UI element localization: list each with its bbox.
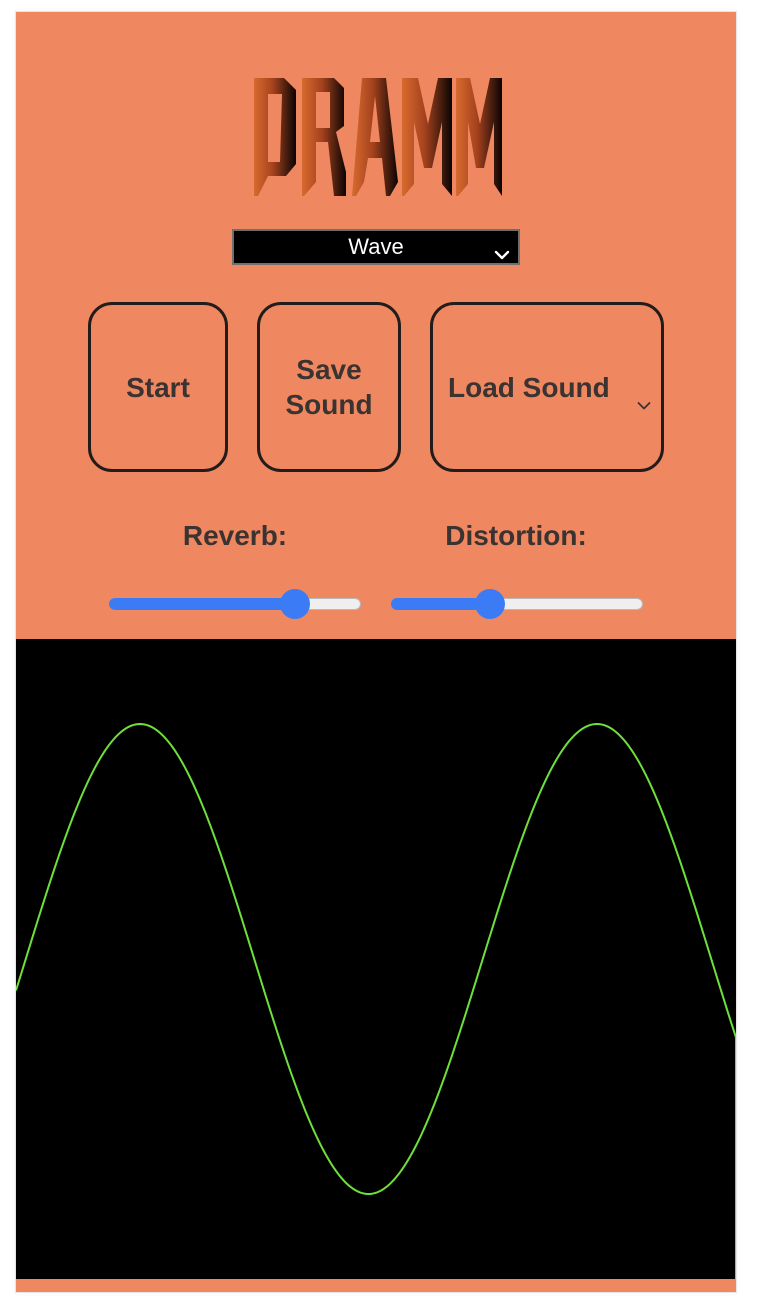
dramm-logo (248, 72, 504, 197)
chevron-down-icon (494, 241, 510, 260)
distortion-slider[interactable] (391, 589, 643, 619)
reverb-slider[interactable] (109, 589, 361, 619)
waveform-canvas (16, 722, 736, 1279)
wave-type-select[interactable]: Wave (232, 229, 520, 265)
start-button-label: Start (126, 371, 190, 403)
start-button[interactable]: Start (88, 302, 228, 472)
distortion-slider-thumb[interactable] (475, 589, 506, 619)
app-container: Wave Start Save Sound Load Sound Reverb:… (16, 12, 736, 1292)
reverb-label: Reverb: (182, 520, 288, 551)
save-sound-button[interactable]: Save Sound (257, 302, 401, 472)
wave-select-value: Wave (348, 234, 404, 259)
waveform-line (16, 722, 736, 1279)
load-sound-label: Load Sound (448, 371, 610, 403)
reverb-slider-fill (109, 598, 295, 610)
save-sound-button-label: Save Sound (285, 354, 373, 420)
load-sound-select[interactable]: Load Sound (430, 302, 664, 472)
chevron-down-icon (637, 384, 651, 410)
waveform-visualizer (16, 639, 736, 1279)
reverb-slider-thumb[interactable] (279, 589, 310, 619)
distortion-label: Distortion: (445, 520, 587, 551)
